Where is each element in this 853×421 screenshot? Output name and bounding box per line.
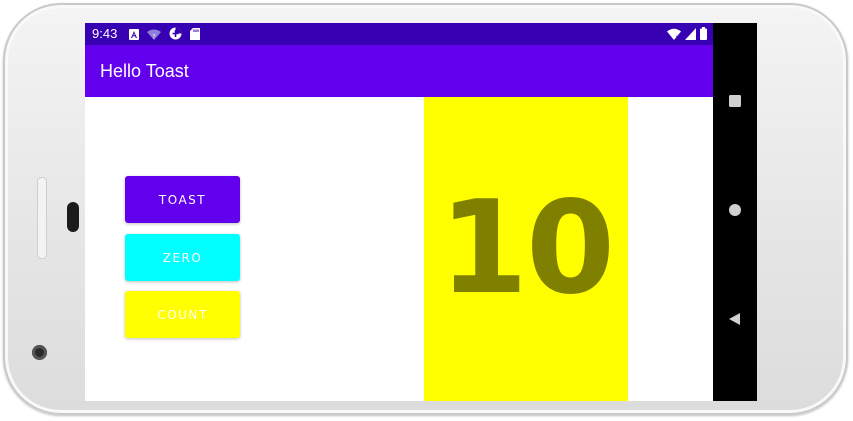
wifi-question-icon: ?: [147, 27, 161, 45]
back-button[interactable]: [713, 301, 757, 341]
status-time: 9:43: [92, 26, 118, 41]
sd-card-icon: [190, 27, 200, 45]
data-saver-icon: [169, 27, 182, 45]
count-button[interactable]: COUNT: [125, 291, 240, 338]
device-screen: 9:43 ? Hello Toast TOAST ZERO COUNT 10: [85, 23, 757, 401]
app-bar: Hello Toast: [85, 45, 713, 97]
recents-icon: [728, 94, 742, 113]
recents-button[interactable]: [713, 83, 757, 123]
back-icon: [728, 312, 742, 331]
front-camera: [32, 345, 47, 360]
home-button[interactable]: [713, 192, 757, 232]
battery-icon: [700, 27, 707, 45]
main-content: TOAST ZERO COUNT 10: [85, 97, 713, 401]
home-icon: [728, 203, 742, 222]
app-title: Hello Toast: [100, 61, 189, 81]
zero-button[interactable]: ZERO: [125, 234, 240, 281]
svg-text:?: ?: [152, 34, 155, 41]
wifi-x-icon: [667, 27, 681, 45]
signal-icon: [685, 27, 696, 45]
count-display-panel: 10: [424, 97, 628, 401]
notification-icons: ?: [129, 27, 200, 45]
status-bar: 9:43 ?: [85, 23, 713, 45]
toast-button[interactable]: TOAST: [125, 176, 240, 223]
count-value: 10: [438, 174, 615, 323]
earpiece-speaker: [67, 202, 79, 232]
system-status-icons: [667, 27, 707, 45]
emulator-stage: 9:43 ? Hello Toast TOAST ZERO COUNT 10: [0, 0, 853, 421]
volume-rocker: [37, 177, 47, 259]
a-notification-icon: [129, 27, 139, 45]
navigation-bar: [713, 23, 757, 401]
